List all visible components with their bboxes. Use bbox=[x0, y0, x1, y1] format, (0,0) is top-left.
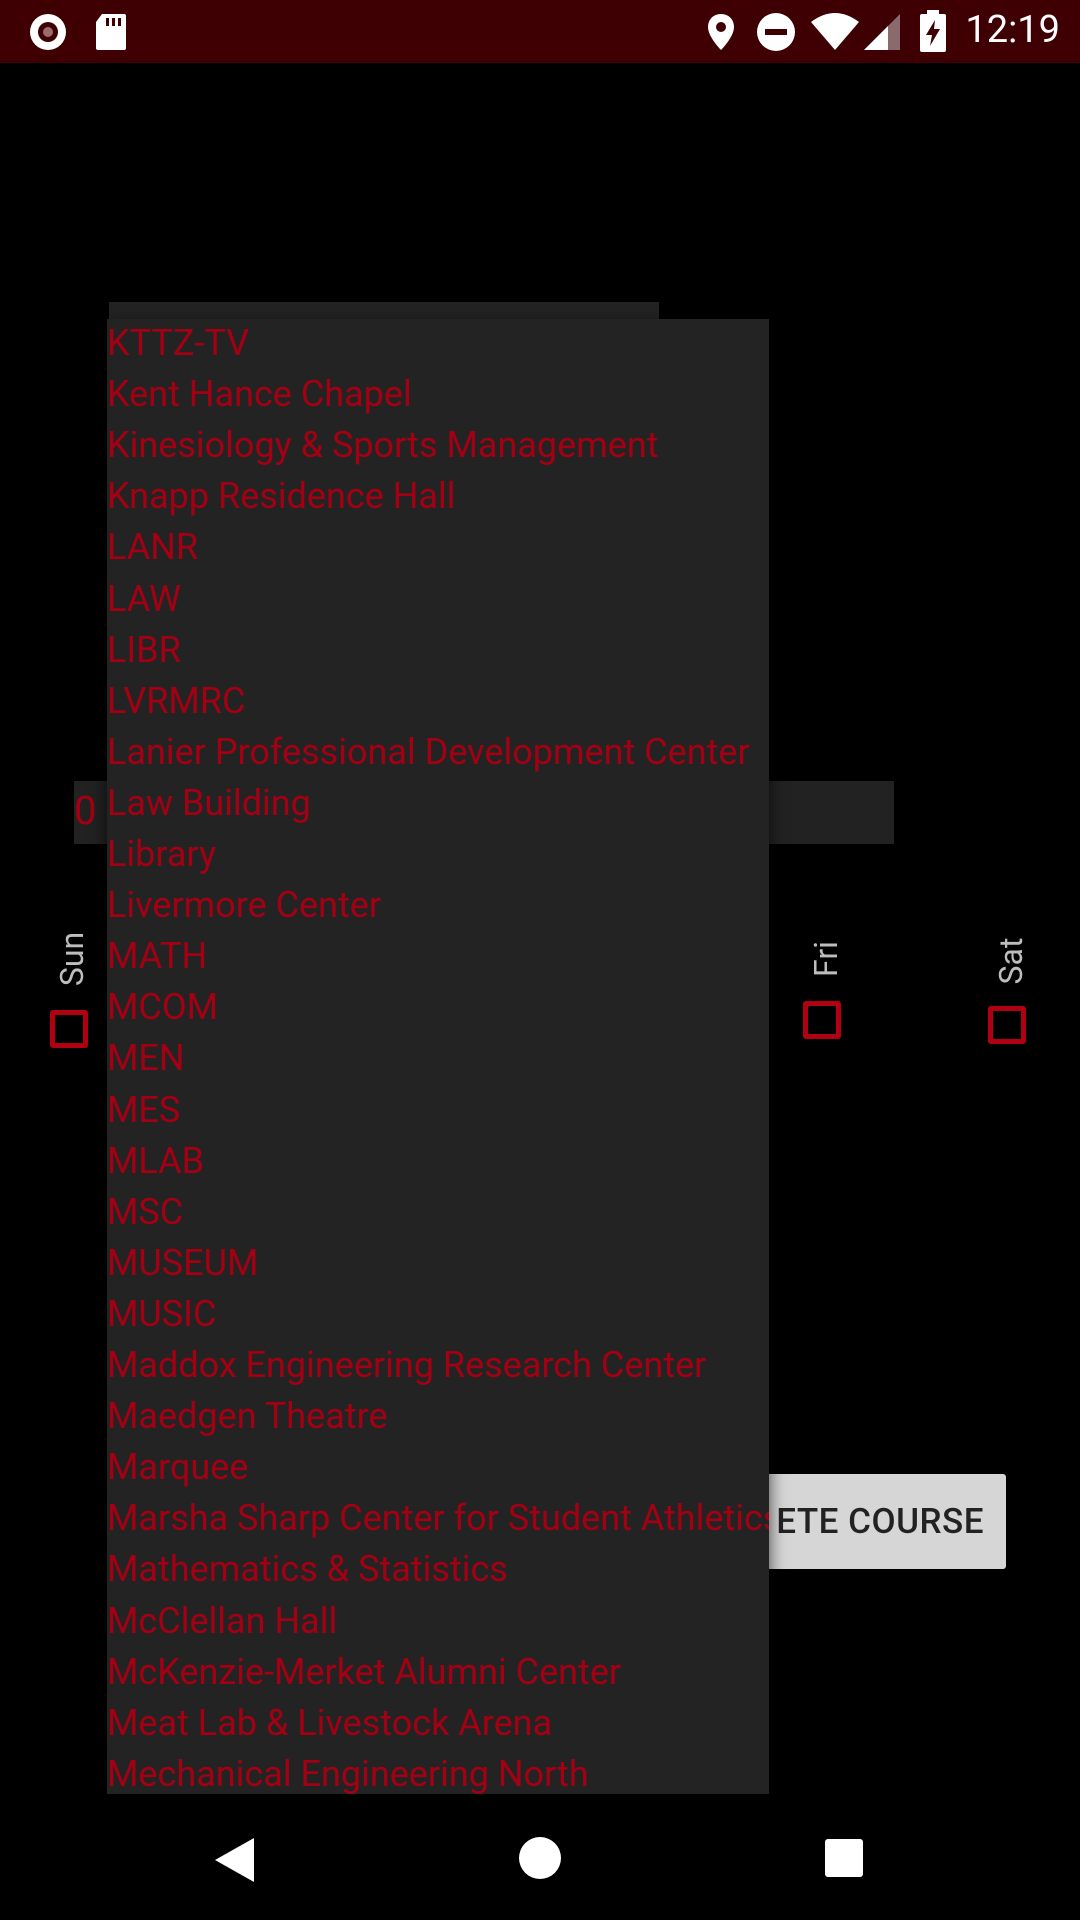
dropdown-item[interactable]: KTTZ-TV bbox=[107, 319, 249, 369]
dropdown-item[interactable]: McClellan Hall bbox=[107, 1596, 337, 1647]
checkbox-sat[interactable] bbox=[988, 1006, 1026, 1044]
dropdown-item[interactable]: LIBR bbox=[107, 625, 181, 676]
dropdown-item[interactable]: Kinesiology & Sports Management bbox=[107, 420, 659, 471]
delete-course-button-label: ETE COURSE bbox=[776, 1501, 984, 1542]
sd-card-icon bbox=[96, 14, 126, 50]
status-bar: 12:19 bbox=[0, 0, 1080, 63]
status-time: 12:19 bbox=[965, 8, 1060, 52]
dropdown-item[interactable]: Knapp Residence Hall bbox=[107, 471, 456, 522]
back-icon[interactable] bbox=[212, 1836, 256, 1884]
dropdown-item[interactable]: MUSEUM bbox=[107, 1238, 258, 1289]
dropdown-item[interactable]: McKenzie-Merket Alumni Center bbox=[107, 1647, 621, 1698]
dropdown-item[interactable]: LANR bbox=[107, 522, 198, 573]
day-label-sat: Sat bbox=[992, 937, 1030, 985]
dropdown-item[interactable]: Marsha Sharp Center for Student Athletic… bbox=[107, 1493, 769, 1544]
dropdown-item[interactable]: Maddox Engineering Research Center bbox=[107, 1340, 706, 1391]
dropdown-item[interactable]: Livermore Center bbox=[107, 880, 381, 931]
dropdown-item[interactable]: Law Building bbox=[107, 778, 311, 829]
day-label-sun: Sun bbox=[53, 931, 91, 987]
delete-course-button[interactable]: ETE COURSE bbox=[740, 1474, 1006, 1569]
dropdown-item[interactable]: MES bbox=[107, 1085, 180, 1136]
dropdown-item[interactable]: Mathematics & Statistics bbox=[107, 1544, 508, 1595]
dropdown-item[interactable]: MSC bbox=[107, 1187, 183, 1238]
building-dropdown-list[interactable]: KTTZ-TV Kent Hance Chapel Kinesiology & Sp… bbox=[107, 319, 769, 1794]
dropdown-item[interactable]: MLAB bbox=[107, 1136, 204, 1187]
dropdown-item[interactable]: Meat Lab & Livestock Arena bbox=[107, 1698, 552, 1749]
day-label-fri: Fri bbox=[807, 941, 845, 977]
dropdown-item[interactable]: Mechanical Engineering North bbox=[107, 1749, 589, 1794]
dropdown-item[interactable]: Library bbox=[107, 829, 216, 880]
dropdown-item[interactable]: MUSIC bbox=[107, 1289, 216, 1340]
dropdown-item[interactable]: MCOM bbox=[107, 982, 218, 1033]
dropdown-item[interactable]: LVRMRC bbox=[107, 676, 245, 727]
home-icon[interactable] bbox=[518, 1836, 562, 1880]
dropdown-item[interactable]: Maedgen Theatre bbox=[107, 1391, 388, 1442]
checkbox-sun[interactable] bbox=[50, 1010, 88, 1048]
time-field-text: 0 bbox=[74, 787, 97, 834]
wifi-icon bbox=[811, 13, 859, 50]
dropdown-item[interactable]: LAW bbox=[107, 574, 181, 625]
dropdown-item[interactable]: Lanier Professional Development Center bbox=[107, 727, 750, 778]
checkbox-fri[interactable] bbox=[803, 1001, 841, 1039]
location-icon bbox=[708, 14, 734, 50]
dropdown-item[interactable]: Marquee bbox=[107, 1442, 248, 1493]
battery-charging-icon bbox=[920, 10, 946, 52]
recents-icon[interactable] bbox=[824, 1838, 864, 1878]
signal-icon bbox=[864, 14, 900, 50]
record-icon bbox=[30, 14, 66, 50]
dropdown-item[interactable]: Kent Hance Chapel bbox=[107, 369, 412, 420]
do-not-disturb-icon bbox=[757, 13, 795, 51]
dropdown-item[interactable]: MEN bbox=[107, 1033, 185, 1084]
dropdown-item[interactable]: MATH bbox=[107, 931, 207, 982]
navigation-bar bbox=[0, 1794, 1080, 1920]
